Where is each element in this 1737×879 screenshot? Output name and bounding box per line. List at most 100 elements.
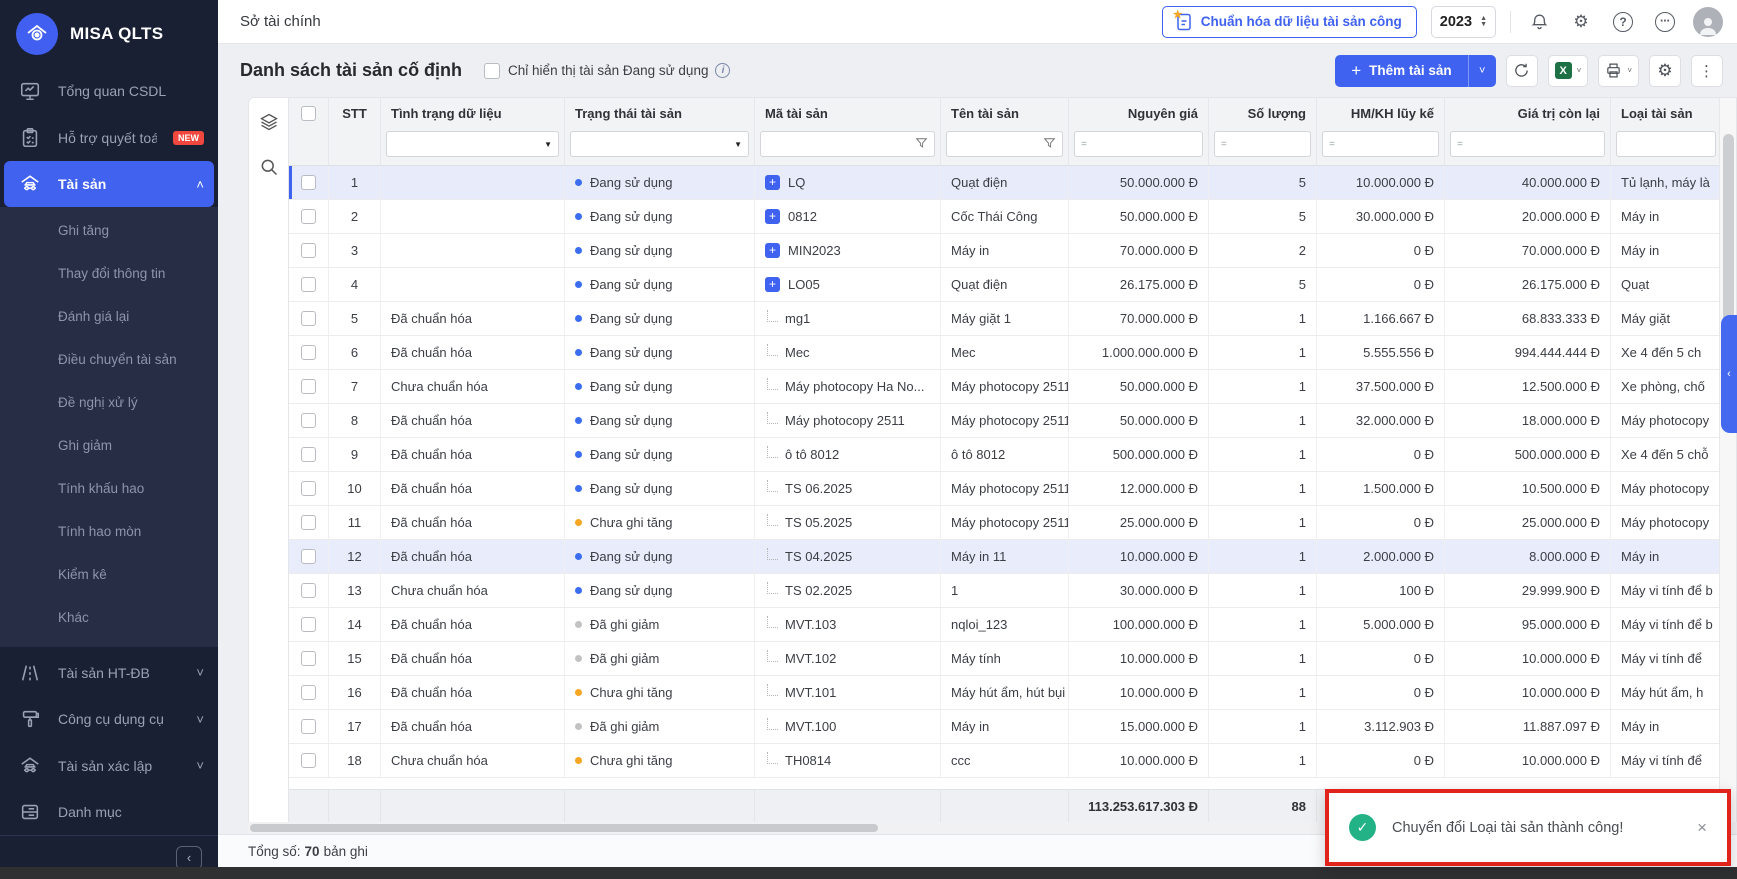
scrollbar-thumb[interactable] — [250, 824, 878, 832]
row-checkbox-cell[interactable] — [289, 268, 329, 301]
table-row[interactable]: 16 Đã chuẩn hóa Chưa ghi tăng MVT.101 Má… — [289, 676, 1719, 710]
select-all-checkbox-cell[interactable] — [289, 98, 329, 127]
sidebar-item-tong-quan-csdl[interactable]: Tổng quan CSDL — [0, 68, 218, 115]
col-header-asset-name[interactable]: Tên tài sản — [941, 98, 1069, 127]
add-asset-dropdown[interactable]: ˅ — [1468, 55, 1496, 87]
table-settings-button[interactable]: ⚙ — [1649, 55, 1681, 87]
col-header-type[interactable]: Loại tài sản — [1611, 98, 1719, 127]
table-row[interactable]: 9 Đã chuẩn hóa Đang sử dụng ô tô 8012 ô … — [289, 438, 1719, 472]
row-checkbox-cell[interactable] — [289, 370, 329, 403]
filter-quantity-input[interactable]: = — [1214, 131, 1311, 157]
submenu-item-8[interactable]: Kiểm kê — [0, 553, 218, 596]
col-header-data-status[interactable]: Tình trạng dữ liệu — [381, 98, 565, 127]
submenu-item-0[interactable]: Ghi tăng — [0, 209, 218, 252]
row-checkbox-cell[interactable] — [289, 710, 329, 743]
table-row[interactable]: 17 Đã chuẩn hóa Đã ghi giảm MVT.100 Máy … — [289, 710, 1719, 744]
more-options-icon[interactable]: ⋯ — [1651, 8, 1679, 36]
row-checkbox-cell[interactable] — [289, 608, 329, 641]
submenu-item-9[interactable]: Khác — [0, 596, 218, 639]
add-asset-split-button[interactable]: + Thêm tài sản ˅ — [1335, 55, 1495, 87]
sidebar-item-tai-san-xac-lap[interactable]: Tài sản xác lập ˅ — [0, 742, 218, 789]
row-checkbox-cell[interactable] — [289, 506, 329, 539]
col-header-quantity[interactable]: Số lượng — [1209, 98, 1317, 127]
row-checkbox-cell[interactable] — [289, 676, 329, 709]
submenu-item-4[interactable]: Đề nghị xử lý — [0, 381, 218, 424]
expand-plus-icon[interactable]: + — [765, 243, 780, 258]
col-header-asset-status[interactable]: Trạng thái tài sản — [565, 98, 755, 127]
table-row[interactable]: 14 Đã chuẩn hóa Đã ghi giảm MVT.103 nqlo… — [289, 608, 1719, 642]
filter-cost-input[interactable]: = — [1074, 131, 1203, 157]
table-row[interactable]: 1 Đang sử dụng +LQ Quạt điện 50.000.000 … — [289, 166, 1719, 200]
row-checkbox-cell[interactable] — [289, 166, 329, 199]
filter-depreciation-input[interactable]: = — [1322, 131, 1439, 157]
standardize-data-button[interactable]: ★ Chuẩn hóa dữ liệu tài sản công — [1162, 6, 1417, 38]
vertical-scrollbar[interactable] — [1719, 98, 1736, 822]
row-checkbox-cell[interactable] — [289, 744, 329, 777]
submenu-item-6[interactable]: Tính khấu hao — [0, 467, 218, 510]
expand-plus-icon[interactable]: + — [765, 209, 780, 224]
year-selector[interactable]: 2023 ▲ ▼ — [1431, 6, 1496, 38]
table-row[interactable]: 8 Đã chuẩn hóa Đang sử dụng Máy photocop… — [289, 404, 1719, 438]
sidebar-item-tai-san-ht-db[interactable]: Tài sản HT-ĐB ˅ — [0, 649, 218, 696]
export-excel-button[interactable]: X ˅ — [1548, 55, 1589, 87]
row-checkbox-cell[interactable] — [289, 540, 329, 573]
filter-data-status-select[interactable]: ▼ — [386, 131, 559, 157]
row-checkbox-cell[interactable] — [289, 642, 329, 675]
table-row[interactable]: 11 Đã chuẩn hóa Chưa ghi tăng TS 05.2025… — [289, 506, 1719, 540]
equals-icon[interactable]: = — [1457, 139, 1463, 150]
table-row[interactable]: 10 Đã chuẩn hóa Đang sử dụng TS 06.2025 … — [289, 472, 1719, 506]
info-icon[interactable]: i — [715, 63, 730, 78]
equals-icon[interactable]: = — [1329, 139, 1335, 150]
row-checkbox-cell[interactable] — [289, 404, 329, 437]
table-row[interactable]: 18 Chưa chuẩn hóa Chưa ghi tăng TH0814 c… — [289, 744, 1719, 778]
table-row[interactable]: 6 Đã chuẩn hóa Đang sử dụng Mec Mec 1.00… — [289, 336, 1719, 370]
right-panel-toggle[interactable]: ‹ — [1721, 315, 1737, 433]
more-actions-button[interactable]: ⋮ — [1691, 55, 1723, 87]
row-checkbox-cell[interactable] — [289, 302, 329, 335]
refresh-button[interactable] — [1506, 55, 1538, 87]
row-checkbox-cell[interactable] — [289, 336, 329, 369]
table-row[interactable]: 13 Chưa chuẩn hóa Đang sử dụng TS 02.202… — [289, 574, 1719, 608]
help-icon[interactable]: ? — [1609, 8, 1637, 36]
sidebar-item-danh-muc[interactable]: Danh mục — [0, 789, 218, 836]
print-button[interactable]: ˅ — [1598, 55, 1639, 87]
toast-close-icon[interactable]: × — [1693, 814, 1711, 842]
col-header-remaining[interactable]: Giá trị còn lại — [1445, 98, 1611, 127]
add-asset-button[interactable]: + Thêm tài sản — [1335, 55, 1467, 87]
row-checkbox-cell[interactable] — [289, 234, 329, 267]
spinner-arrows-icon[interactable]: ▲ ▼ — [1480, 16, 1487, 28]
user-avatar[interactable] — [1693, 7, 1723, 37]
submenu-item-7[interactable]: Tính hao mòn — [0, 510, 218, 553]
row-checkbox-cell[interactable] — [289, 200, 329, 233]
layers-icon[interactable] — [259, 112, 279, 135]
row-checkbox-cell[interactable] — [289, 438, 329, 471]
settings-gear-icon[interactable]: ⚙ — [1567, 8, 1595, 36]
funnel-icon[interactable] — [1043, 136, 1056, 152]
col-header-cost[interactable]: Nguyên giá — [1069, 98, 1209, 127]
expand-plus-icon[interactable]: + — [765, 277, 780, 292]
submenu-item-1[interactable]: Thay đổi thông tin — [0, 252, 218, 295]
table-row[interactable]: 3 Đang sử dụng +MIN2023 Máy in 70.000.00… — [289, 234, 1719, 268]
sidebar-item-tai-san[interactable]: Tài sản ˄ — [4, 161, 214, 208]
filter-asset-name-input[interactable] — [946, 131, 1063, 157]
equals-icon[interactable]: = — [1221, 139, 1227, 150]
filter-asset-status-select[interactable]: ▼ — [570, 131, 749, 157]
app-logo[interactable]: MISA QLTS — [0, 0, 218, 68]
sidebar-item-ho-tro-quyet-toan[interactable]: Hỗ trợ quyết toán NEW — [0, 114, 218, 161]
notification-bell-icon[interactable] — [1525, 8, 1553, 36]
row-checkbox-cell[interactable] — [289, 472, 329, 505]
filter-asset-code-input[interactable] — [760, 131, 935, 157]
table-row[interactable]: 2 Đang sử dụng +0812 Cốc Thái Công 50.00… — [289, 200, 1719, 234]
table-row[interactable]: 15 Đã chuẩn hóa Đã ghi giảm MVT.102 Máy … — [289, 642, 1719, 676]
filter-remaining-input[interactable]: = — [1450, 131, 1605, 157]
sidebar-item-cong-cu-dung-cu[interactable]: Công cụ dụng cụ ˅ — [0, 696, 218, 743]
submenu-item-5[interactable]: Ghi giảm — [0, 424, 218, 467]
only-in-use-checkbox[interactable] — [484, 63, 500, 79]
table-row[interactable]: 7 Chưa chuẩn hóa Đang sử dụng Máy photoc… — [289, 370, 1719, 404]
expand-plus-icon[interactable]: + — [765, 175, 780, 190]
equals-icon[interactable]: = — [1081, 139, 1087, 150]
col-header-stt[interactable]: STT — [329, 98, 381, 127]
submenu-item-2[interactable]: Đánh giá lại — [0, 295, 218, 338]
table-row[interactable]: 12 Đã chuẩn hóa Đang sử dụng TS 04.2025 … — [289, 540, 1719, 574]
table-row[interactable]: 4 Đang sử dụng +LO05 Quạt điện 26.175.00… — [289, 268, 1719, 302]
